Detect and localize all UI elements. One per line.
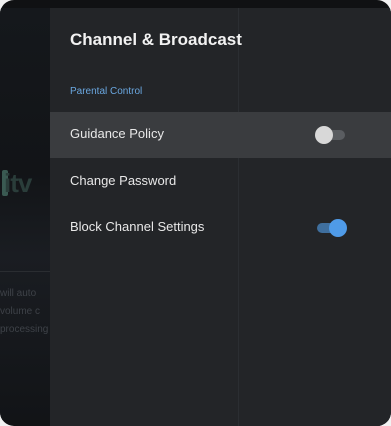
toggle-knob: [329, 219, 347, 237]
setting-label: Guidance Policy: [70, 126, 164, 141]
section-label-parental-control: Parental Control: [70, 86, 143, 97]
setting-label: Change Password: [70, 173, 177, 188]
background-text-line: will auto: [0, 288, 37, 299]
setting-row-block-channel-settings[interactable]: Block Channel Settings: [50, 205, 391, 251]
page-title: Channel & Broadcast: [70, 30, 242, 49]
guidance-policy-toggle[interactable]: [315, 126, 347, 144]
background-divider: [0, 271, 50, 272]
tv-screen: itv will auto volume c processing Channe…: [0, 0, 391, 426]
block-channel-settings-toggle[interactable]: [315, 219, 347, 237]
toggle-knob: [315, 126, 333, 144]
background-logo: itv: [4, 168, 32, 198]
setting-row-change-password[interactable]: Change Password: [50, 159, 391, 205]
background-content: itv will auto volume c processing: [0, 8, 50, 420]
settings-panel: Channel & Broadcast Parental Control Gui…: [50, 8, 391, 426]
background-text-line: volume c: [0, 306, 41, 317]
background-text-line: processing: [0, 324, 48, 335]
setting-label: Block Channel Settings: [70, 219, 205, 234]
setting-row-guidance-policy[interactable]: Guidance Policy: [50, 112, 391, 158]
